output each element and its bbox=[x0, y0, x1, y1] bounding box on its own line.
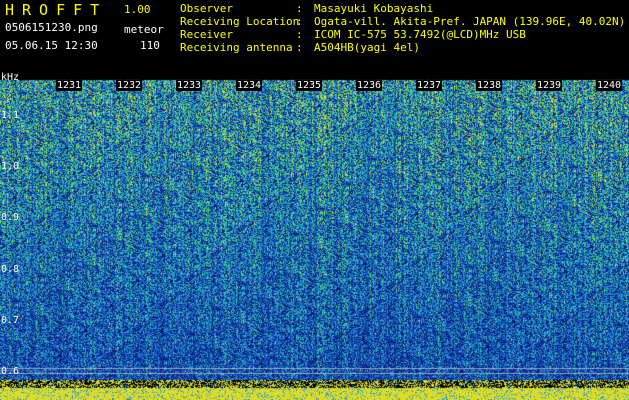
x-tick-label: 1233 bbox=[176, 80, 203, 91]
x-tick-label: 1235 bbox=[296, 80, 323, 91]
info-row-receiver: Receiver : ICOM IC-575 53.7492(@LCD)MHz … bbox=[180, 28, 625, 41]
info-row-location: Receiving Location : Ogata-vill. Akita-P… bbox=[180, 15, 625, 28]
app-title: HROFFT bbox=[5, 1, 108, 19]
info-separator: : bbox=[296, 2, 303, 15]
y-tick-label: 0.9 bbox=[1, 212, 20, 224]
mode-label: meteor bbox=[124, 23, 164, 36]
y-tick-label: 0.6 bbox=[1, 366, 20, 378]
x-tick-label: 1236 bbox=[356, 80, 383, 91]
info-row-antenna: Receiving antenna : A504HB(yagi 4el) bbox=[180, 41, 625, 54]
info-separator: : bbox=[296, 15, 303, 28]
info-separator: : bbox=[296, 41, 303, 54]
info-key: Receiver bbox=[180, 28, 233, 41]
x-tick-label: 1232 bbox=[116, 80, 143, 91]
info-key: Receiving Location bbox=[180, 15, 300, 28]
observation-info: Observer : Masayuki Kobayashi Receiving … bbox=[180, 2, 625, 54]
info-value: Masayuki Kobayashi bbox=[314, 2, 434, 15]
info-separator: : bbox=[296, 28, 303, 41]
y-axis-unit: kHz bbox=[1, 72, 20, 83]
x-tick-label: 1237 bbox=[416, 80, 443, 91]
x-tick-label: 1239 bbox=[536, 80, 563, 91]
info-key: Receiving antenna bbox=[180, 41, 293, 54]
y-tick-label: 0.8 bbox=[1, 263, 20, 275]
info-key: Observer bbox=[180, 2, 233, 15]
y-tick-label: 1.0 bbox=[1, 161, 20, 173]
spectrogram-axes: kHz 1.1 1.0 0.9 0.8 0.7 0.6 1231 1232 1233 1234 12… bbox=[0, 72, 629, 400]
x-tick-label: 1234 bbox=[236, 80, 263, 91]
y-tick-label: 0.7 bbox=[1, 315, 20, 327]
info-value: Ogata-vill. Akita-Pref. JAPAN (139.96E, … bbox=[314, 15, 626, 28]
y-tick-label: 1.1 bbox=[1, 109, 20, 121]
header-panel: HROFFT 1.00 0506151230.png meteor 05.06.… bbox=[0, 0, 629, 72]
x-tick-label: 1240 bbox=[596, 80, 623, 91]
info-value: ICOM IC-575 53.7492(@LCD)MHz USB bbox=[314, 28, 526, 41]
info-value: A504HB(yagi 4el) bbox=[314, 41, 420, 54]
x-tick-label: 1231 bbox=[56, 80, 83, 91]
file-name: 0506151230.png bbox=[5, 21, 98, 34]
x-tick-label: 1238 bbox=[476, 80, 503, 91]
info-row-observer: Observer : Masayuki Kobayashi bbox=[180, 2, 625, 15]
app-version: 1.00 bbox=[124, 3, 151, 16]
meteor-count: 110 bbox=[140, 39, 160, 52]
spectrogram: kHz 1.1 1.0 0.9 0.8 0.7 0.6 1231 1232 1233 1234 12… bbox=[0, 72, 629, 400]
observation-datetime: 05.06.15 12:30 bbox=[5, 39, 98, 52]
